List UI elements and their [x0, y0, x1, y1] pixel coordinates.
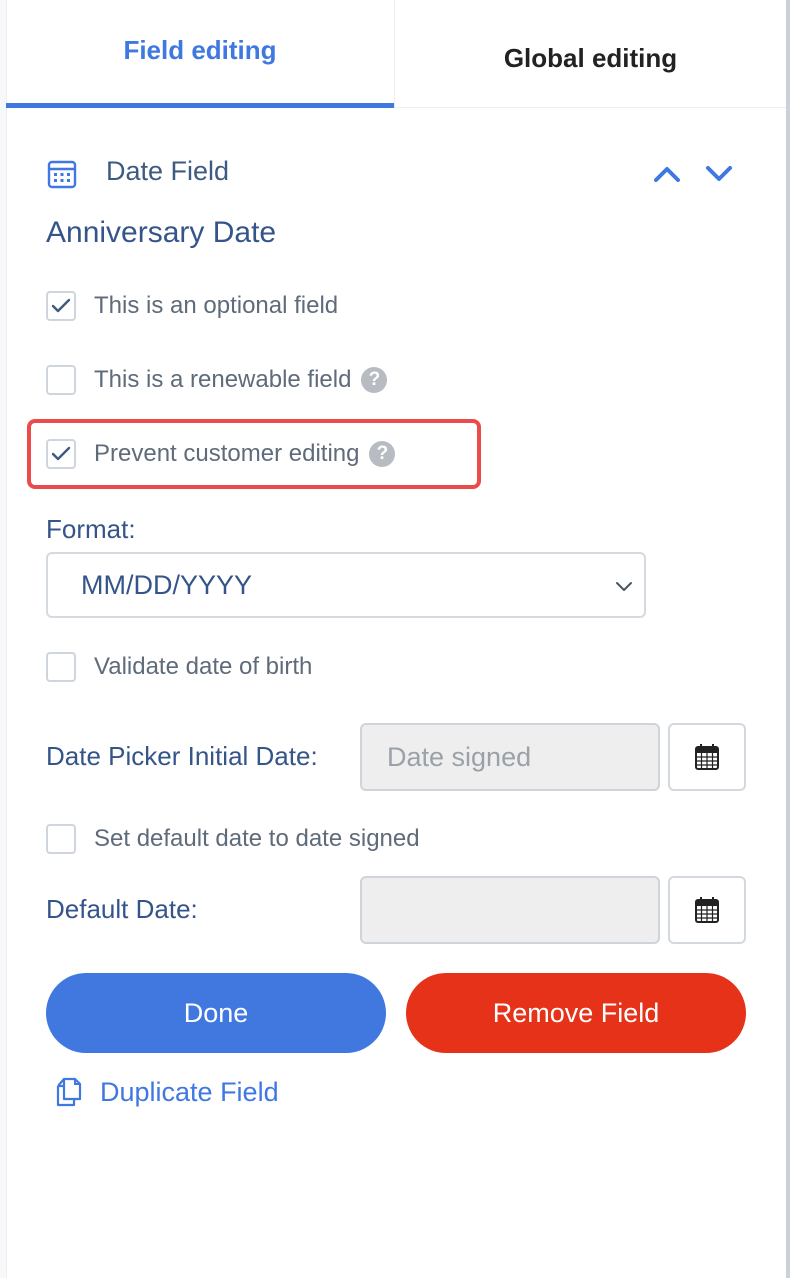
- duplicate-field-label: Duplicate Field: [100, 1076, 279, 1107]
- left-edge: [0, 0, 7, 1278]
- format-select[interactable]: MM/DD/YYYY: [46, 552, 646, 618]
- right-scroll-edge: [786, 0, 790, 1278]
- remove-field-button[interactable]: Remove Field: [406, 973, 746, 1053]
- optional-field-checkbox[interactable]: [46, 291, 76, 321]
- renewable-field-checkbox[interactable]: [46, 365, 76, 395]
- tab-global-editing-label: Global editing: [503, 43, 678, 73]
- chevron-up-icon[interactable]: [652, 160, 682, 186]
- default-date-input[interactable]: [360, 876, 660, 944]
- format-selected-value: MM/DD/YYYY: [81, 570, 253, 600]
- tab-bar: Field editing Global editing: [6, 0, 786, 108]
- field-name-title: Anniversary Date: [46, 216, 277, 249]
- default-to-signed-label: Set default date to date signed: [94, 825, 420, 852]
- default-date-label: Default Date:: [46, 894, 198, 924]
- help-icon[interactable]: ?: [369, 441, 396, 467]
- date-picker-initial-label: Date Picker Initial Date:: [46, 741, 318, 771]
- default-to-signed-checkbox[interactable]: [46, 824, 76, 854]
- default-to-signed-option: Set default date to date signed: [46, 822, 420, 856]
- optional-field-option: This is an optional field: [46, 289, 338, 323]
- calendar-icon: [47, 160, 77, 189]
- field-type-label: Date Field: [106, 156, 230, 186]
- chevron-down-icon: [616, 582, 632, 591]
- validate-dob-option: Validate date of birth: [46, 650, 312, 684]
- format-label: Format:: [46, 514, 136, 544]
- validate-dob-checkbox[interactable]: [46, 652, 76, 682]
- date-picker-calendar-button[interactable]: [668, 723, 746, 791]
- field-editor-panel: Field editing Global editing Date Field …: [0, 0, 790, 1278]
- active-tab-indicator: [6, 103, 394, 108]
- renewable-field-option: This is a renewable field ?: [46, 363, 388, 397]
- field-header: Date Field: [46, 154, 746, 194]
- prevent-editing-label: Prevent customer editing: [94, 440, 360, 467]
- prevent-editing-checkbox[interactable]: [46, 439, 76, 469]
- checkmark-icon: [51, 446, 71, 461]
- tab-field-editing-label: Field editing: [123, 34, 277, 65]
- calendar-icon: [695, 897, 719, 923]
- optional-field-label: This is an optional field: [94, 292, 339, 319]
- chevron-down-icon[interactable]: [704, 160, 734, 186]
- renewable-field-label: This is a renewable field: [94, 366, 352, 393]
- date-picker-initial-input[interactable]: Date signed: [360, 723, 660, 791]
- calendar-icon: [695, 744, 719, 770]
- done-button[interactable]: Done: [46, 973, 386, 1053]
- tab-field-editing[interactable]: Field editing: [6, 0, 394, 108]
- checkmark-icon: [51, 298, 71, 313]
- duplicate-field-link[interactable]: Duplicate Field: [54, 1076, 279, 1108]
- help-icon[interactable]: ?: [361, 367, 388, 393]
- duplicate-icon: [56, 1077, 82, 1107]
- default-date-calendar-button[interactable]: [668, 876, 746, 944]
- validate-dob-label: Validate date of birth: [94, 653, 313, 680]
- tab-global-editing[interactable]: Global editing: [394, 0, 786, 108]
- prevent-editing-option: Prevent customer editing ?: [46, 437, 396, 471]
